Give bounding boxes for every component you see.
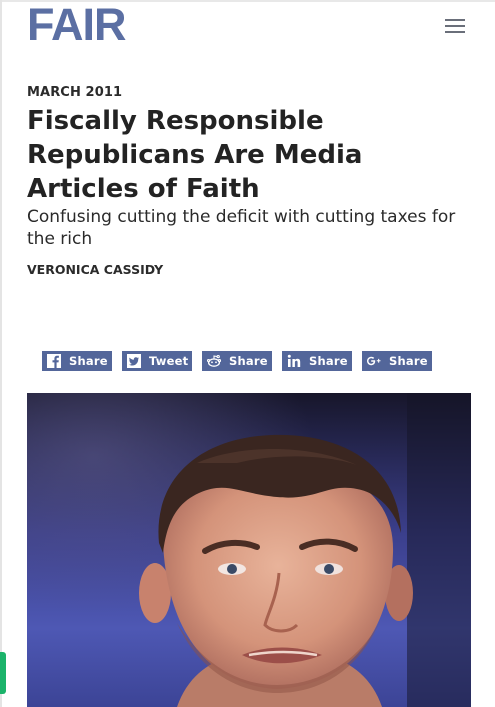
feedback-side-tab[interactable] <box>0 652 6 694</box>
reddit-share-button[interactable]: Share <box>202 351 272 371</box>
article-subtitle: Confusing cutting the deficit with cutti… <box>27 207 456 249</box>
share-bar: Share Tweet Share Share Share <box>42 351 432 371</box>
article-featured-photo <box>27 393 471 707</box>
google-plus-share-button[interactable]: Share <box>362 351 432 371</box>
twitter-icon <box>125 353 143 369</box>
menu-bar <box>445 19 465 21</box>
facebook-share-button[interactable]: Share <box>42 351 112 371</box>
share-label: Share <box>69 354 108 368</box>
share-label: Share <box>229 354 268 368</box>
linkedin-share-button[interactable]: Share <box>282 351 352 371</box>
article-date: MARCH 2011 <box>27 85 123 100</box>
article-author[interactable]: VERONICA CASSIDY <box>27 262 163 277</box>
share-label: Share <box>309 354 348 368</box>
portrait-illustration <box>27 393 471 707</box>
page-left-border <box>0 0 2 707</box>
site-logo[interactable]: FAIR <box>27 2 127 47</box>
site-header: FAIR <box>0 2 495 47</box>
facebook-icon <box>45 353 63 369</box>
menu-bar <box>445 25 465 27</box>
linkedin-icon <box>285 353 303 369</box>
twitter-tweet-button[interactable]: Tweet <box>122 351 192 371</box>
tweet-label: Tweet <box>149 354 189 368</box>
share-label: Share <box>389 354 428 368</box>
menu-bar <box>445 31 465 33</box>
google-plus-icon <box>365 353 383 369</box>
article-title: Fiscally Responsible Republicans Are Med… <box>27 106 363 204</box>
hamburger-menu-icon[interactable] <box>443 16 467 34</box>
reddit-icon <box>205 353 223 369</box>
